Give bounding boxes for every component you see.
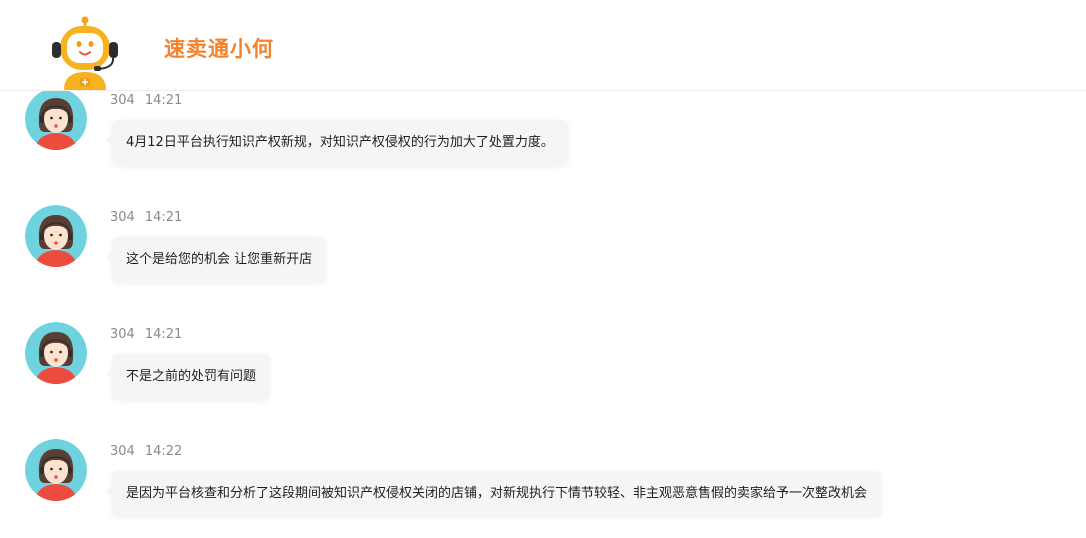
- chat-header: 速卖通小何: [0, 0, 1086, 91]
- agent-avatar-icon[interactable]: [25, 205, 87, 267]
- agent-avatar-icon[interactable]: [25, 322, 87, 384]
- brand-title: 速卖通小何: [164, 37, 274, 61]
- message-bubble: 不是之前的处罚有问题: [105, 354, 271, 400]
- message-meta: 304 14:21: [110, 92, 182, 110]
- message-bubble: 是因为平台核查和分析了这段期间被知识产权侵权关闭的店铺，对新规执行下情节较轻、非…: [105, 471, 882, 517]
- message-bubble: 4月12日平台执行知识产权新规，对知识产权侵权的行为加大了处置力度。: [106, 120, 568, 166]
- message-time: 14:21: [144, 210, 183, 225]
- sender-id: 304: [110, 93, 135, 108]
- message-bubble: 这个是给您的机会 让您重新开店: [105, 237, 327, 283]
- message-time: 14:21: [144, 327, 183, 342]
- sender-id: 304: [110, 210, 135, 225]
- sender-id: 304: [110, 444, 135, 459]
- message-meta: 304 14:21: [110, 209, 182, 227]
- agent-avatar-icon[interactable]: [25, 88, 87, 150]
- message-meta: 304 14:22: [110, 443, 182, 461]
- message-meta: 304 14:21: [110, 326, 182, 344]
- chat-page: 304 14:21 4月12日平台执行知识产权新规，对知识产权侵权的行为加大了处置…: [0, 0, 1086, 538]
- sender-id: 304: [110, 327, 135, 342]
- message-time: 14:22: [144, 444, 183, 459]
- agent-avatar-icon[interactable]: [25, 439, 87, 501]
- message-time: 14:21: [144, 93, 183, 108]
- robot-headset-icon: [48, 16, 122, 90]
